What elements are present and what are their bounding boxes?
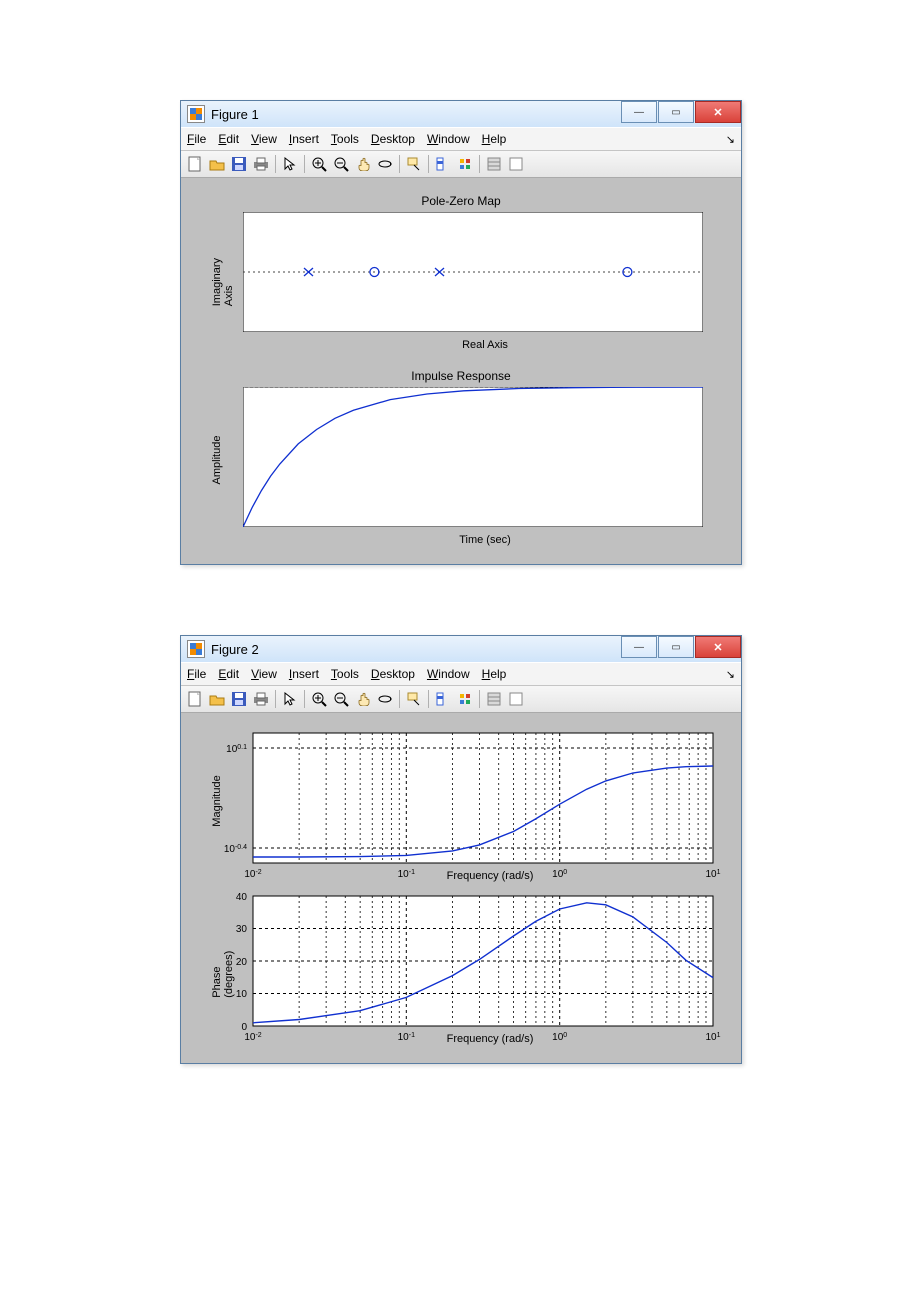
plot1-xlabel: Real Axis [243,337,727,351]
pointer-icon[interactable] [280,689,300,709]
plot3-ylabel: Magnitude [211,775,223,826]
menu-desktop[interactable]: Desktop [371,667,415,681]
toolbar [181,686,741,713]
zoom-out-icon[interactable] [331,154,351,174]
rotate3d-icon[interactable] [375,154,395,174]
rotate3d-icon[interactable] [375,689,395,709]
pointer-icon[interactable] [280,154,300,174]
svg-text:40: 40 [236,892,248,903]
menu-help[interactable]: Help [482,667,507,681]
menu-tools[interactable]: Tools [331,132,359,146]
datacursor-icon[interactable] [404,689,424,709]
menu-desktop[interactable]: Desktop [371,132,415,146]
menu-view[interactable]: View [251,667,277,681]
legend-icon[interactable] [506,689,526,709]
close-button[interactable]: ✕ [695,636,741,658]
print-icon[interactable] [251,689,271,709]
dock-icon[interactable]: ↘ [726,668,735,681]
maximize-button[interactable]: ▭ [658,636,694,658]
bode-magnitude-plot: 100.1 10-0.4 10-2 10-1 100 101 [253,733,713,863]
menu-tools[interactable]: Tools [331,667,359,681]
dock-icon[interactable]: ↘ [726,133,735,146]
menu-help[interactable]: Help [482,132,507,146]
pole-zero-plot: 10.50-0.5-1 -3.5-3-2.5-2-1.5-1-0.50 [243,212,703,332]
plot3-xlabel: Frequency (rad/s) [253,868,727,882]
plot4-ylabel: Phase (degrees) [211,930,235,998]
maximize-button[interactable]: ▭ [658,101,694,123]
window-title: Figure 1 [211,107,259,122]
menu-edit[interactable]: Edit [218,132,239,146]
zoom-in-icon[interactable] [309,689,329,709]
menu-view[interactable]: View [251,132,277,146]
colorbar-icon[interactable] [484,689,504,709]
plot1-title: Pole-Zero Map [195,192,727,212]
close-button[interactable]: ✕ [695,101,741,123]
menu-insert[interactable]: Insert [289,667,319,681]
plot4-xlabel: Frequency (rad/s) [253,1031,727,1045]
menu-file[interactable]: File [187,667,206,681]
menu-file[interactable]: File [187,132,206,146]
titlebar[interactable]: Figure 2 — ▭ ✕ [181,636,741,662]
new-icon[interactable] [185,154,205,174]
print-icon[interactable] [251,154,271,174]
minimize-button[interactable]: — [621,636,657,658]
svg-text:100.1: 100.1 [226,744,247,756]
svg-text:10: 10 [236,989,248,1000]
menu-insert[interactable]: Insert [289,132,319,146]
datacursor-icon[interactable] [404,154,424,174]
plot1-ylabel: Imaginary Axis [211,243,235,306]
open-icon[interactable] [207,154,227,174]
titlebar[interactable]: Figure 1 — ▭ ✕ [181,101,741,127]
toolbar [181,151,741,178]
brush-icon[interactable] [433,689,453,709]
open-icon[interactable] [207,689,227,709]
brush-icon[interactable] [433,154,453,174]
new-icon[interactable] [185,689,205,709]
svg-text:30: 30 [236,924,248,935]
app-logo-icon [187,640,205,658]
svg-text:10-0.4: 10-0.4 [224,844,247,856]
save-icon[interactable] [229,689,249,709]
impulse-plot: 0-1-2-3 00.511.522.5 [243,387,703,527]
link-icon[interactable] [455,154,475,174]
link-icon[interactable] [455,689,475,709]
menubar: File Edit View Insert Tools Desktop Wind… [181,127,741,151]
menu-window[interactable]: Window [427,667,470,681]
app-logo-icon [187,105,205,123]
plot2-ylabel: Amplitude [211,435,223,484]
plot2-xlabel: Time (sec) [243,532,727,546]
bode-phase-plot: 403020100 10-2 10-1 100 101 [253,896,713,1026]
pan-icon[interactable] [353,154,373,174]
save-icon[interactable] [229,154,249,174]
figure-window-2: Figure 2 — ▭ ✕ File Edit View Insert Too… [180,635,742,1064]
minimize-button[interactable]: — [621,101,657,123]
svg-text:20: 20 [236,957,248,968]
zoom-in-icon[interactable] [309,154,329,174]
pan-icon[interactable] [353,689,373,709]
colorbar-icon[interactable] [484,154,504,174]
legend-icon[interactable] [506,154,526,174]
menu-window[interactable]: Window [427,132,470,146]
menubar: File Edit View Insert Tools Desktop Wind… [181,662,741,686]
window-title: Figure 2 [211,642,259,657]
figure-window-1: Figure 1 — ▭ ✕ File Edit View Insert Too… [180,100,742,565]
zoom-out-icon[interactable] [331,689,351,709]
plot2-title: Impulse Response [195,367,727,387]
menu-edit[interactable]: Edit [218,667,239,681]
